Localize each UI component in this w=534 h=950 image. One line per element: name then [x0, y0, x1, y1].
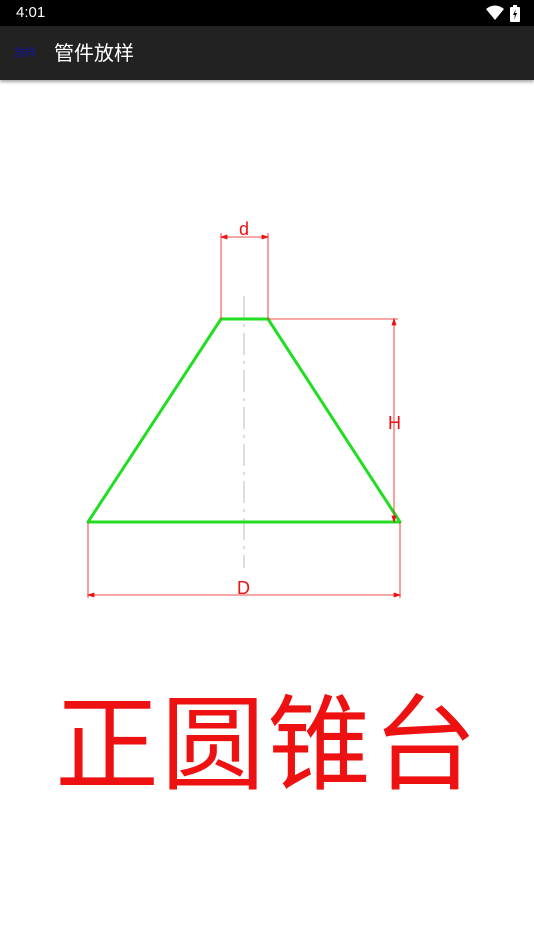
status-icons — [486, 4, 520, 22]
app-logo-icon: 放样 — [14, 46, 36, 59]
status-bar: 4:01 — [0, 0, 534, 26]
status-time: 4:01 — [16, 4, 46, 21]
frustum-drawing: d H D — [86, 219, 402, 598]
height-label: H — [388, 413, 401, 433]
app-toolbar: 放样 管件放样 — [0, 26, 534, 80]
toolbar-title: 管件放样 — [54, 41, 134, 65]
battery-icon — [510, 4, 520, 22]
shape-name-caption: 正圆锥台 — [54, 684, 479, 806]
wifi-icon — [486, 5, 504, 20]
top-diameter-label: d — [239, 219, 249, 239]
bottom-diameter-label: D — [237, 578, 250, 598]
